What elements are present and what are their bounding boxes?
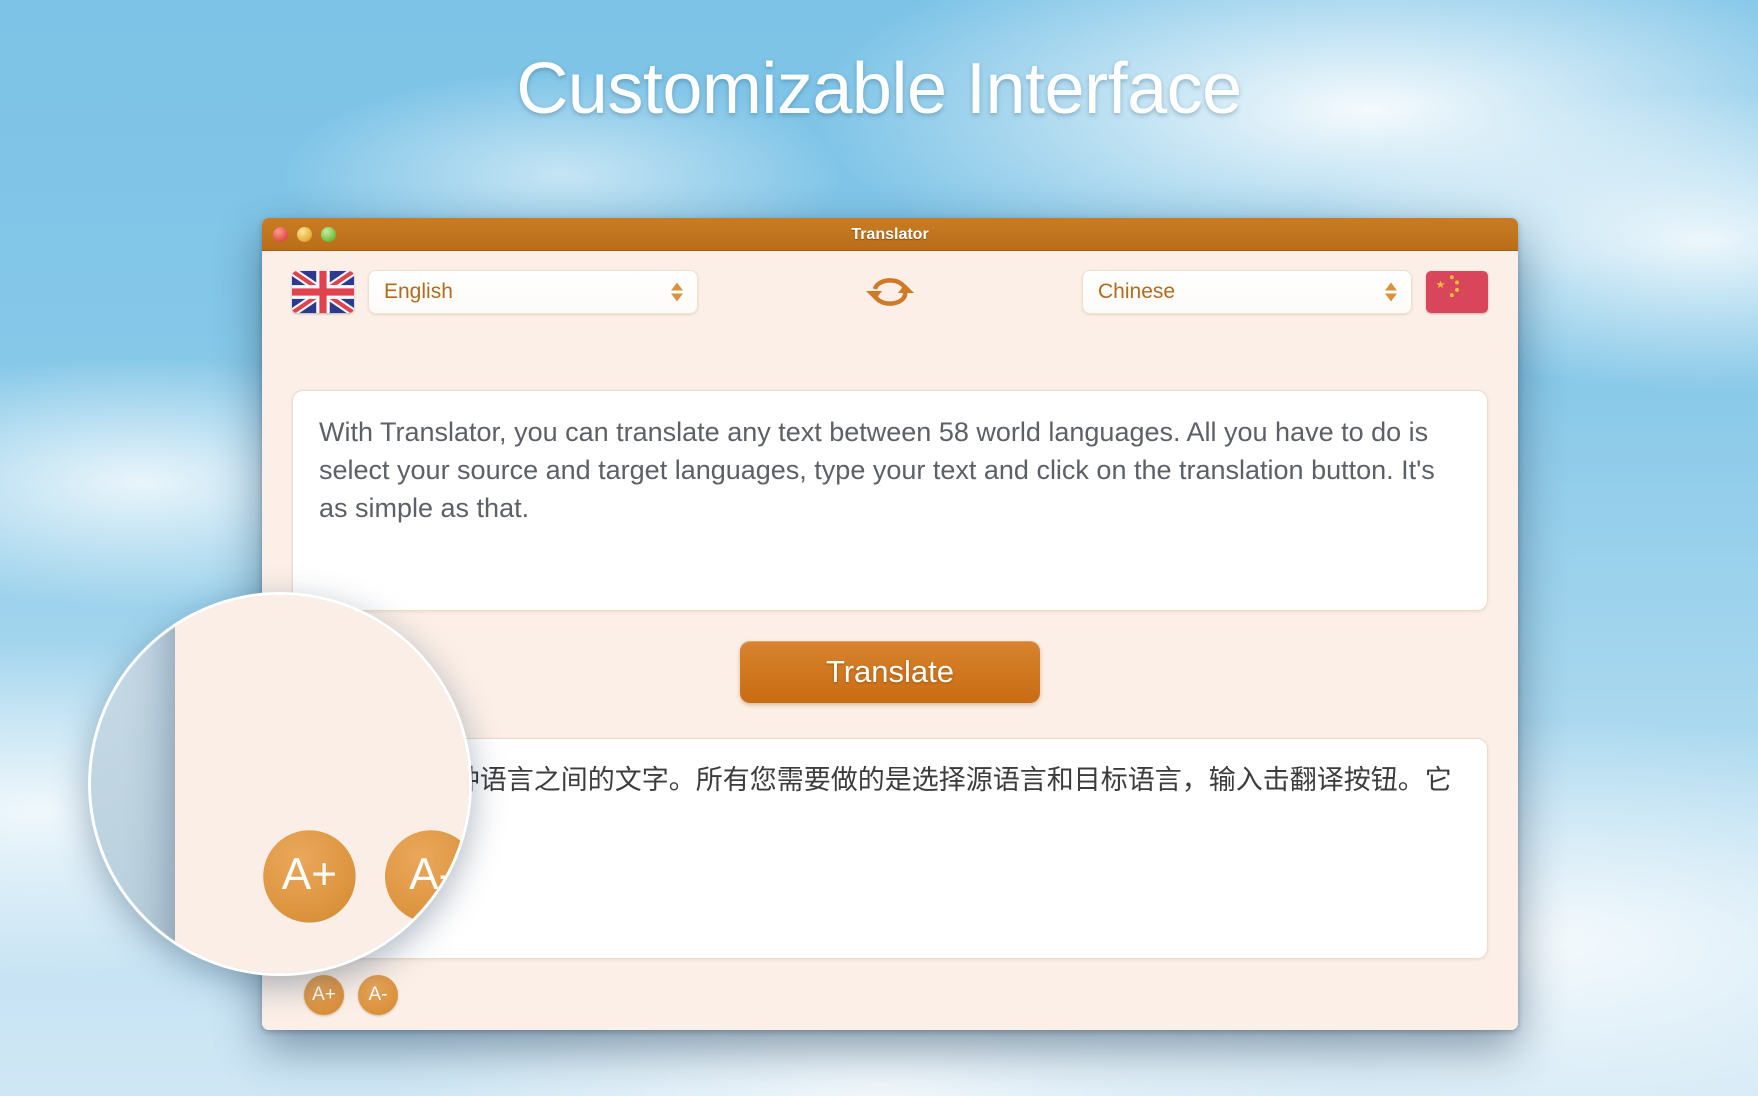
increase-font-button[interactable]: A+: [304, 975, 344, 1015]
magnified-increase-font-label: A+: [281, 851, 337, 900]
chevron-updown-icon[interactable]: [1385, 282, 1397, 302]
decrease-font-label: A-: [368, 984, 388, 1005]
swap-arrows-icon: [866, 278, 914, 306]
magnified-decrease-font-button[interactable]: A-: [384, 830, 469, 923]
magnified-decrease-font-label: A-: [409, 851, 454, 900]
source-text-area[interactable]: With Translator, you can translate any t…: [292, 390, 1488, 611]
magnified-increase-font-button[interactable]: A+: [263, 830, 356, 923]
source-language-select[interactable]: English: [368, 270, 698, 314]
magnified-content: 可以翻译5 种语言之间的文字。所有您需要做的是选择源语言和目标语言，输 A+ A…: [91, 595, 469, 973]
translate-button[interactable]: Translate: [740, 641, 1040, 703]
translate-button-label: Translate: [825, 654, 955, 689]
chevron-updown-icon[interactable]: [671, 282, 683, 302]
window-titlebar[interactable]: Translator: [262, 218, 1518, 251]
china-flag-icon: [1426, 271, 1488, 313]
target-language-value: Chinese: [1098, 280, 1176, 303]
font-size-controls: A+ A-: [304, 975, 398, 1015]
magnifier-loupe: 可以翻译5 种语言之间的文字。所有您需要做的是选择源语言和目标语言，输 A+ A…: [88, 592, 472, 976]
language-bar: English Chinese: [262, 251, 1518, 333]
swap-languages-button[interactable]: [862, 270, 918, 314]
uk-flag-icon: [292, 271, 354, 313]
source-text: With Translator, you can translate any t…: [319, 417, 1435, 523]
increase-font-label: A+: [312, 984, 336, 1005]
source-language-value: English: [384, 280, 453, 303]
page-title: Customizable Interface: [516, 49, 1242, 129]
window-title: Translator: [851, 226, 929, 243]
decrease-font-button[interactable]: A-: [358, 975, 398, 1015]
target-language-select[interactable]: Chinese: [1082, 270, 1412, 314]
magnified-font-size-controls: A+ A-: [263, 830, 469, 923]
target-text: 可以翻译5 种语言之间的文字。所有您需要做的是选择源语言和目标语言，输入击翻译按…: [319, 765, 1452, 836]
